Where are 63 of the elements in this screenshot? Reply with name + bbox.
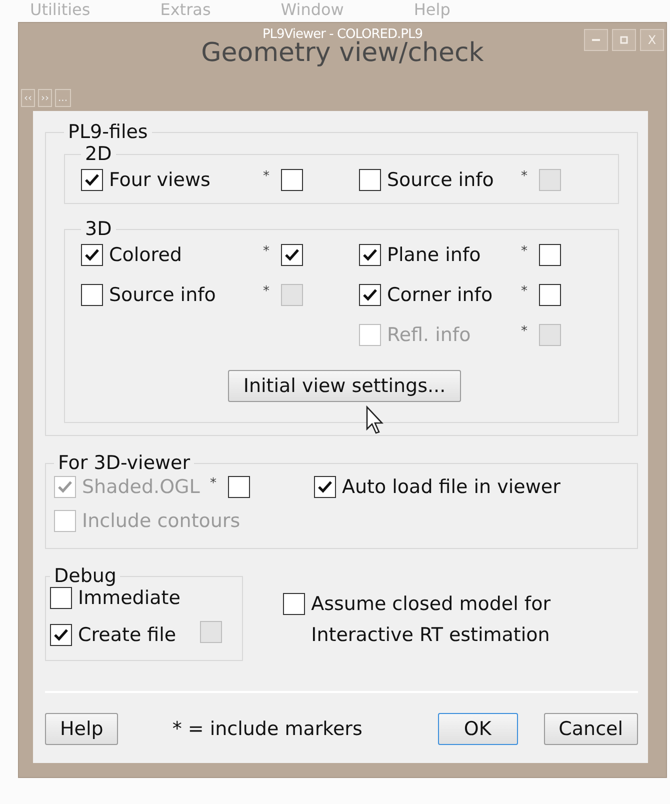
- checkbox-label: Assume closed model for Interactive RT estimation: [311, 592, 552, 648]
- marker-note: * = include markers: [172, 718, 362, 740]
- minimize-icon: [592, 38, 600, 42]
- check-icon: [84, 173, 100, 187]
- ok-button[interactable]: OK: [438, 713, 518, 745]
- checkbox-label: Corner info: [387, 284, 493, 306]
- check-icon: [362, 288, 378, 302]
- checkbox-label: Refl. info: [387, 324, 471, 346]
- group-label: Debug: [53, 565, 118, 587]
- close-button[interactable]: X: [640, 29, 664, 51]
- check-icon: [362, 248, 378, 262]
- nav-button[interactable]: ...: [55, 89, 71, 107]
- checkbox-label: Source info: [387, 169, 494, 191]
- group-label: PL9-files: [67, 121, 149, 143]
- help-button[interactable]: Help: [45, 713, 118, 745]
- marker-asterisk: *: [521, 244, 528, 259]
- checkbox-label: Source info: [109, 284, 216, 306]
- checkbox-label: Colored: [109, 244, 182, 266]
- checkbox-label: Immediate: [78, 587, 180, 609]
- checkbox[interactable]: [314, 476, 336, 498]
- checkbox-label: Auto load file in viewer: [342, 476, 560, 498]
- checkbox[interactable]: [359, 169, 381, 191]
- group-label: 2D: [84, 143, 113, 165]
- marker-asterisk: *: [263, 169, 270, 184]
- cancel-button[interactable]: Cancel: [544, 713, 638, 745]
- checkbox-label: Shaded.OGL: [82, 476, 200, 498]
- marker-asterisk: *: [263, 284, 270, 299]
- check-icon: [57, 480, 73, 494]
- marker-checkbox[interactable]: [281, 244, 303, 266]
- checkbox[interactable]: [359, 284, 381, 306]
- initial-view-settings-button[interactable]: Initial view settings...: [228, 370, 461, 402]
- marker-asterisk: *: [263, 244, 270, 259]
- checkbox-label: Include contours: [82, 510, 240, 532]
- group-label: For 3D-viewer: [57, 452, 192, 474]
- checkbox[interactable]: [50, 624, 72, 646]
- checkbox-label: Four views: [109, 169, 210, 191]
- marker-checkbox[interactable]: [539, 244, 561, 266]
- checkbox[interactable]: [81, 244, 103, 266]
- marker-asterisk: *: [210, 476, 218, 491]
- checkbox[interactable]: [81, 169, 103, 191]
- check-icon: [317, 480, 333, 494]
- marker-checkbox[interactable]: [539, 284, 561, 306]
- maximize-icon: [620, 36, 628, 44]
- checkbox[interactable]: [81, 284, 103, 306]
- marker-checkbox[interactable]: [281, 169, 303, 191]
- checkbox-label: Plane info: [387, 244, 481, 266]
- nav-button[interactable]: ‹‹: [21, 89, 35, 107]
- marker-asterisk: *: [521, 284, 528, 299]
- menu-item[interactable]: Utilities: [30, 0, 90, 22]
- marker-asterisk: *: [521, 169, 528, 184]
- checkbox-label: Create file: [78, 624, 176, 646]
- checkbox[interactable]: [283, 593, 306, 615]
- nav-button[interactable]: ››: [38, 89, 52, 107]
- menu-item[interactable]: Window: [280, 0, 344, 22]
- group-label: 3D: [84, 218, 113, 240]
- check-icon: [284, 248, 300, 262]
- marker-asterisk: *: [521, 324, 528, 339]
- checkbox[interactable]: [50, 587, 72, 609]
- menu-item[interactable]: Help: [414, 0, 450, 22]
- menu-item[interactable]: Extras: [160, 0, 211, 22]
- checkbox[interactable]: [359, 244, 381, 266]
- check-icon: [53, 628, 69, 642]
- check-icon: [84, 248, 100, 262]
